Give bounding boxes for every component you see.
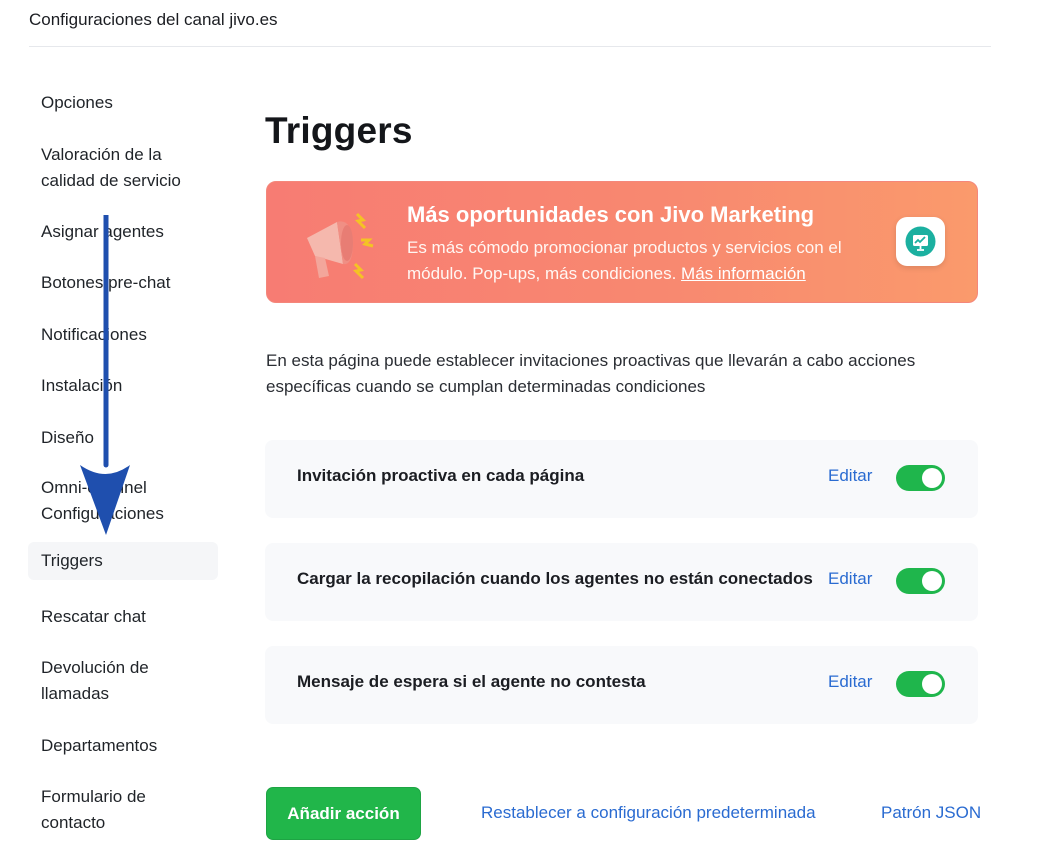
page-header: Configuraciones del canal jivo.es (29, 0, 991, 47)
sidebar-item-opciones[interactable]: Opciones (28, 84, 218, 122)
sidebar-item-omni-channel[interactable]: Omni-channel Configuraciones (28, 469, 218, 533)
sidebar-item-diseno[interactable]: Diseño (28, 419, 218, 457)
jivo-marketing-app-icon[interactable] (896, 217, 945, 266)
page-title: Triggers (265, 110, 413, 151)
toggle-knob (922, 571, 942, 591)
more-info-link[interactable]: Más información (681, 264, 806, 283)
sidebar-item-triggers[interactable]: Triggers (28, 542, 218, 580)
trigger-name: Invitación proactiva en cada página (297, 466, 585, 485)
edit-trigger-link[interactable]: Editar (828, 672, 872, 692)
trigger-enabled-toggle[interactable] (896, 671, 945, 697)
json-pattern-link[interactable]: Patrón JSON (881, 803, 981, 823)
sidebar-item-formulario-contacto[interactable]: Formulario de contacto (28, 778, 218, 842)
trigger-name: Mensaje de espera si el agente no contes… (297, 672, 646, 691)
trigger-enabled-toggle[interactable] (896, 568, 945, 594)
toggle-knob (922, 674, 942, 694)
sidebar-item-botones-pre-chat[interactable]: Botones pre-chat (28, 264, 218, 302)
sidebar-item-asignar-agentes[interactable]: Asignar agentes (28, 213, 218, 251)
presentation-chart-icon (905, 226, 936, 257)
edit-trigger-link[interactable]: Editar (828, 466, 872, 486)
edit-trigger-link[interactable]: Editar (828, 569, 872, 589)
sidebar-item-departamentos[interactable]: Departamentos (28, 727, 218, 765)
toggle-knob (922, 468, 942, 488)
sidebar-item-notificaciones[interactable]: Notificaciones (28, 316, 218, 354)
reset-defaults-link[interactable]: Restablecer a configuración predetermina… (481, 803, 816, 823)
trigger-row: Invitación proactiva en cada página Edit… (265, 440, 978, 518)
sidebar-item-rescatar-chat[interactable]: Rescatar chat (28, 598, 218, 636)
trigger-enabled-toggle[interactable] (896, 465, 945, 491)
settings-page: Configuraciones del canal jivo.es Opcion… (0, 0, 1050, 848)
promo-title: Más oportunidades con Jivo Marketing (407, 202, 815, 227)
add-action-button[interactable]: Añadir acción (266, 787, 421, 840)
megaphone-icon (307, 212, 374, 280)
trigger-row: Mensaje de espera si el agente no contes… (265, 646, 978, 724)
sidebar-item-instalacion[interactable]: Instalación (28, 367, 218, 405)
jivo-marketing-banner: Más oportunidades con Jivo Marketing Es … (266, 181, 978, 303)
promo-text: Es más cómodo promocionar productos y se… (407, 235, 877, 287)
sidebar-item-valoracion[interactable]: Valoración de la calidad de servicio (28, 136, 218, 200)
sidebar-item-devolucion-llamadas[interactable]: Devolución de llamadas (28, 649, 218, 713)
channel-settings-title: Configuraciones del canal jivo.es (29, 10, 278, 29)
trigger-row: Cargar la recopilación cuando los agente… (265, 543, 978, 621)
triggers-description: En esta página puede establecer invitaci… (266, 351, 916, 396)
trigger-name: Cargar la recopilación cuando los agente… (297, 569, 813, 588)
